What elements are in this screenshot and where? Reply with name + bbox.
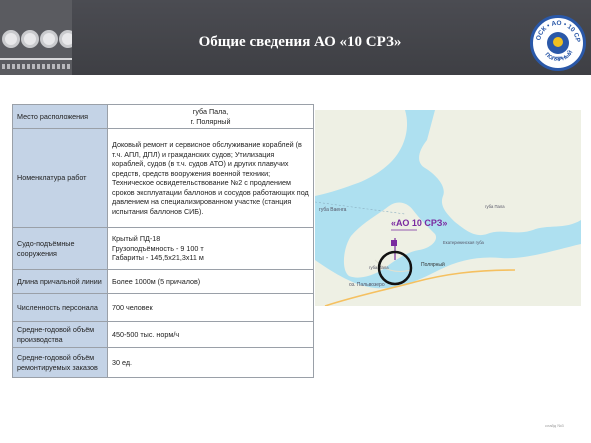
header-bar: Общие сведения АО «10 СРЗ» ОСК • АО • 10… <box>0 0 591 75</box>
table-row: Длина причальной линии Более 1000м (5 пр… <box>12 269 314 294</box>
place-label: Екатерининская губа <box>443 240 485 245</box>
seal-emblem-icon <box>547 32 569 54</box>
place-label: оз. Пальвозеро <box>349 282 385 288</box>
place-label: Полярный <box>421 261 445 268</box>
logo-rings-icon <box>2 30 72 48</box>
row-key: Место расположения <box>12 104 108 129</box>
row-key: Средне-годовой объём производства <box>12 321 108 348</box>
seal-year: 1938 <box>554 56 562 60</box>
row-value: Доковый ремонт и сервисное обслуживание … <box>107 128 314 228</box>
place-label: губа Ваенга <box>319 207 347 213</box>
row-value: губа Пала, г. Полярный <box>107 104 314 129</box>
callout-label: «АО 10 СРЗ» <box>391 218 447 228</box>
page-footer: слайд №3 <box>545 423 564 428</box>
shipyard-seal-logo: ОСК • АО • 10 СРЗ • ПОЛЯРНЫЙ 1938 <box>530 15 586 71</box>
info-table: Место расположения губа Пала, г. Полярны… <box>12 104 314 378</box>
page-title: Общие сведения АО «10 СРЗ» <box>198 34 402 50</box>
row-value: Крытый ПД-18 Грузоподъёмность - 9 100 т … <box>107 227 314 270</box>
company-logo <box>0 0 72 75</box>
table-row: Средне-годовой объём производства 450-50… <box>12 321 314 348</box>
row-key: Судо-подъёмные сооружения <box>12 227 108 270</box>
table-row: Численность персонала 700 человек <box>12 293 314 322</box>
table-row: Место расположения губа Пала, г. Полярны… <box>12 104 314 129</box>
row-key: Численность персонала <box>12 293 108 322</box>
row-key: Длина причальной линии <box>12 269 108 294</box>
place-label: губа Пала <box>485 204 505 209</box>
table-row: Номенклатура работ Доковый ремонт и серв… <box>12 128 314 228</box>
row-value: 700 человек <box>107 293 314 322</box>
callout-marker-icon <box>391 240 397 246</box>
location-map[interactable]: губа Ваенга оз. Пальвозеро Полярный Екат… <box>315 110 581 306</box>
row-value: 30 ед. <box>107 347 314 378</box>
map-canvas: губа Ваенга оз. Пальвозеро Полярный Екат… <box>315 110 581 306</box>
row-value: Более 1000м (5 причалов) <box>107 269 314 294</box>
table-row: Судо-подъёмные сооружения Крытый ПД-18 Г… <box>12 227 314 270</box>
row-value: 450-500 тыс. норм/ч <box>107 321 314 348</box>
table-row: Средне-годовой объём ремонтируемых заказ… <box>12 347 314 378</box>
row-key: Средне-годовой объём ремонтируемых заказ… <box>12 347 108 378</box>
row-key: Номенклатура работ <box>12 128 108 228</box>
